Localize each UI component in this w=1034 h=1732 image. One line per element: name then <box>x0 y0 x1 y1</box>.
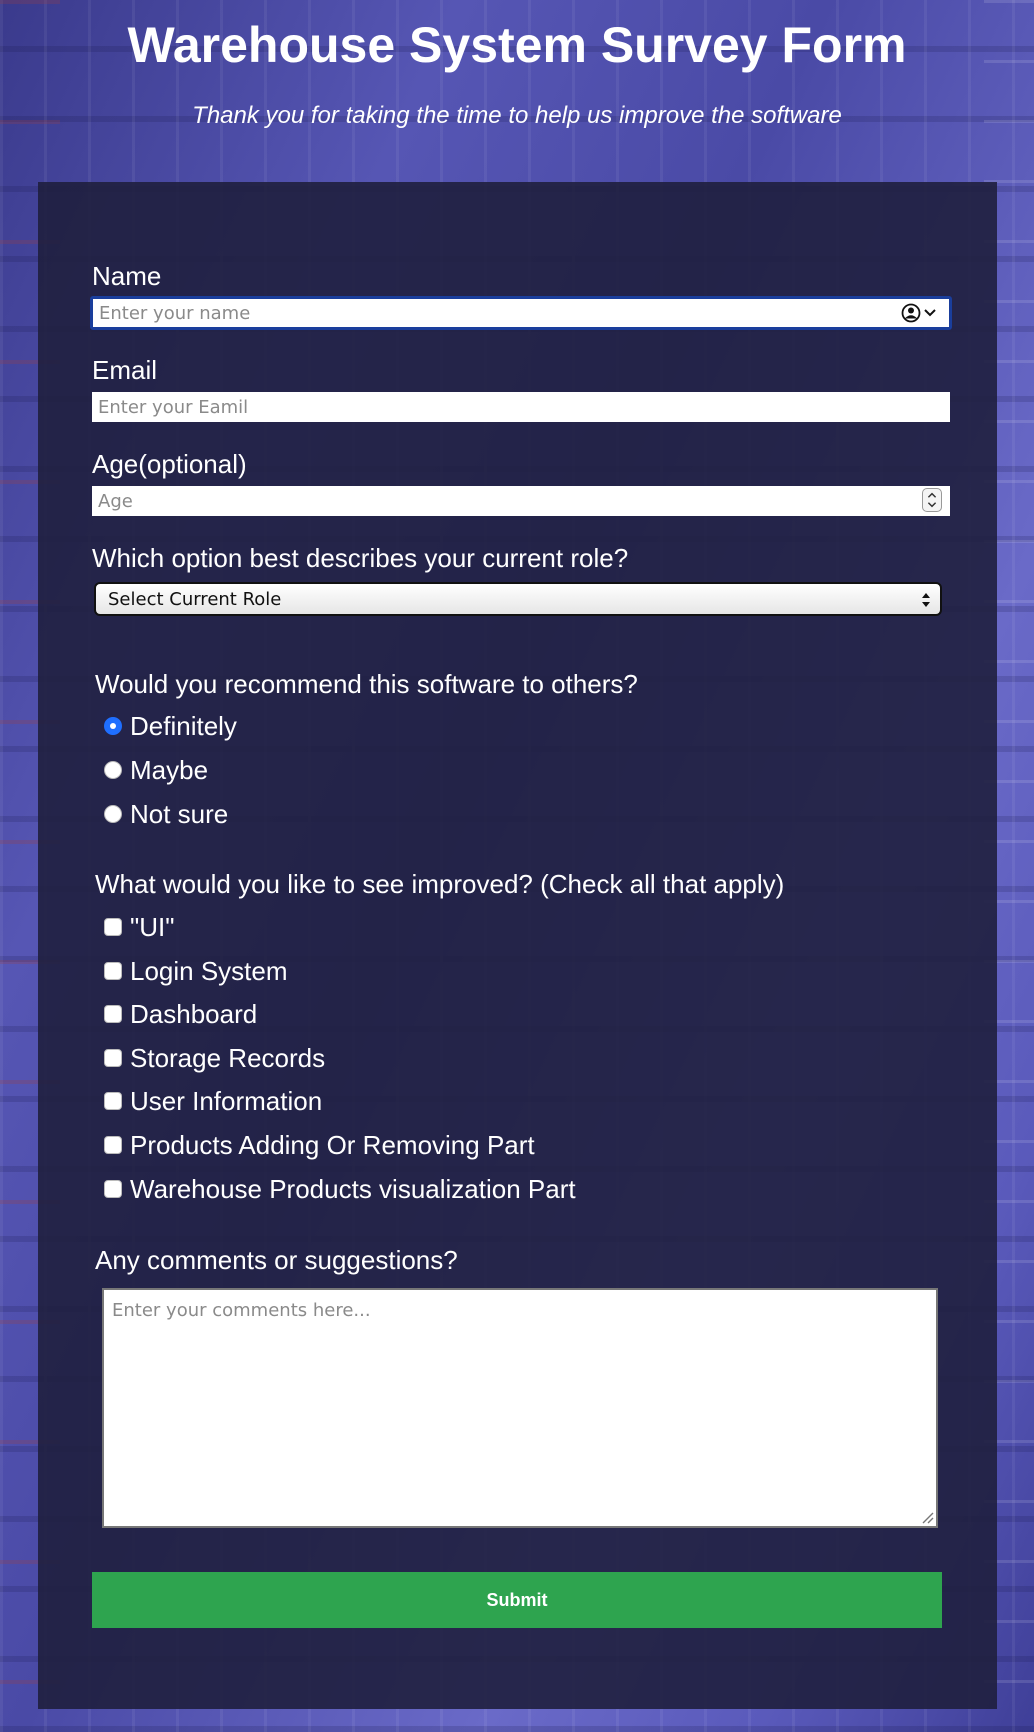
improve-question: What would you like to see improved? (Ch… <box>95 869 785 899</box>
checkbox-label: Warehouse Products visualization Part <box>130 1174 576 1204</box>
select-updown-icon <box>922 593 930 607</box>
checkbox[interactable] <box>104 1049 122 1067</box>
recommend-option-maybe[interactable]: Maybe <box>104 754 208 786</box>
name-input[interactable] <box>93 299 949 327</box>
checkbox[interactable] <box>104 1136 122 1154</box>
checkbox-label: Storage Records <box>130 1043 326 1073</box>
resize-grip-icon[interactable] <box>920 1510 934 1524</box>
checkbox[interactable] <box>104 1092 122 1110</box>
checkbox-label: Login System <box>130 956 288 986</box>
age-input[interactable] <box>92 486 950 516</box>
improve-option-user-information[interactable]: User Information <box>104 1085 322 1117</box>
improve-option-storage-records[interactable]: Storage Records <box>104 1042 325 1074</box>
person-autofill-icon[interactable] <box>901 303 941 323</box>
name-field <box>90 296 952 330</box>
survey-form: Name Email Age(optional) Which option be… <box>38 182 997 1709</box>
name-label: Name <box>92 261 162 291</box>
checkbox-label: "UI" <box>130 912 175 942</box>
improve-option-ui[interactable]: "UI" <box>104 911 174 943</box>
improve-option-login-system[interactable]: Login System <box>104 955 288 987</box>
checkbox[interactable] <box>104 918 122 936</box>
checkbox[interactable] <box>104 1005 122 1023</box>
comments-field <box>102 1288 938 1528</box>
email-input[interactable] <box>92 392 950 422</box>
recommend-option-not-sure[interactable]: Not sure <box>104 798 228 830</box>
role-select[interactable]: Select Current Role <box>94 582 942 616</box>
comments-label: Any comments or suggestions? <box>95 1245 458 1275</box>
radio-button-checked[interactable] <box>104 717 122 735</box>
recommend-question: Would you recommend this software to oth… <box>95 669 638 699</box>
improve-option-warehouse-visualization[interactable]: Warehouse Products visualization Part <box>104 1173 576 1205</box>
radio-button[interactable] <box>104 761 122 779</box>
page-title: Warehouse System Survey Form <box>127 17 907 73</box>
number-stepper-icon[interactable] <box>922 488 942 512</box>
checkbox-label: Dashboard <box>130 999 258 1029</box>
recommend-option-definitely[interactable]: Definitely <box>104 710 237 742</box>
radio-label: Maybe <box>130 755 209 785</box>
radio-button[interactable] <box>104 805 122 823</box>
role-select-value: Select Current Role <box>108 589 282 610</box>
role-label: Which option best describes your current… <box>92 543 629 573</box>
radio-label: Not sure <box>130 799 229 829</box>
checkbox[interactable] <box>104 1180 122 1198</box>
improve-option-products-adding-removing[interactable]: Products Adding Or Removing Part <box>104 1129 535 1161</box>
email-field <box>92 392 950 422</box>
checkbox-label: User Information <box>130 1086 323 1116</box>
age-field <box>92 486 950 516</box>
email-label: Email <box>92 355 158 385</box>
page-subtitle: Thank you for taking the time to help us… <box>192 102 842 129</box>
comments-textarea[interactable] <box>104 1290 936 1526</box>
submit-button[interactable]: Submit <box>92 1572 942 1628</box>
improve-option-dashboard[interactable]: Dashboard <box>104 998 257 1030</box>
checkbox-label: Products Adding Or Removing Part <box>130 1130 535 1160</box>
age-label: Age(optional) <box>92 449 247 479</box>
radio-label: Definitely <box>130 711 237 741</box>
checkbox[interactable] <box>104 962 122 980</box>
